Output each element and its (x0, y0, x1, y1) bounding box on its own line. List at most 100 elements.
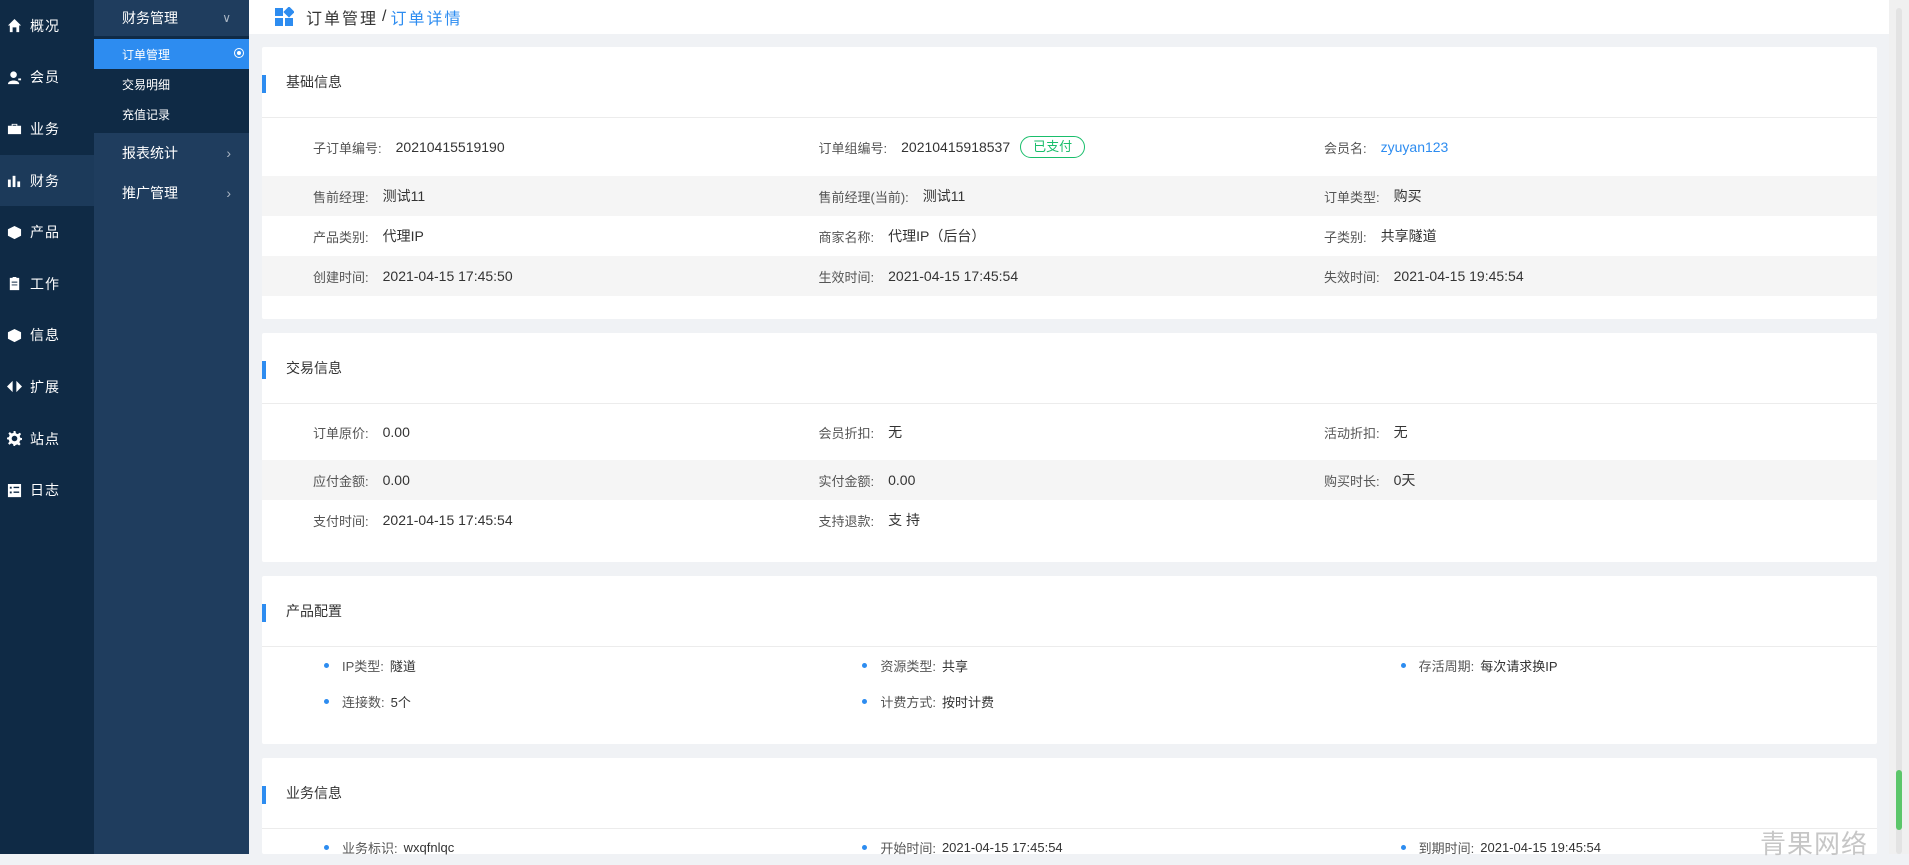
page-header: 订单管理 / 订单详情 (249, 0, 1889, 34)
nav-extend[interactable]: 扩展 (0, 361, 94, 413)
menu-group-reports[interactable]: 报表统计 › (94, 133, 249, 173)
menu-group-label: 推广管理 (122, 185, 178, 201)
card-title: 交易信息 (286, 360, 342, 376)
config-resource-type: 资源类型: 共享 (800, 656, 1338, 675)
scrollbar-thumb[interactable] (1896, 770, 1902, 830)
card-title: 产品配置 (286, 603, 342, 619)
field-original-price: 订单原价: 0.00 (262, 423, 768, 442)
user-icon (0, 70, 28, 85)
nav-label: 信息 (30, 327, 60, 344)
field-effective: 生效时间: 2021-04-15 17:45:54 (768, 267, 1274, 286)
breadcrumb-parent[interactable]: 订单管理 (306, 5, 378, 29)
menu-group-label: 财务管理 (122, 10, 178, 26)
field-product-category: 产品类别: 代理IP (262, 226, 768, 246)
product-config-card: 产品配置 IP类型: 隧道 资源类型: 共享 存活周期: 每次请求换IP 连接数: 5个… (262, 576, 1877, 744)
field-value: 共享 (941, 658, 968, 674)
field-paid: 实付金额: 0.00 (768, 471, 1274, 490)
bullet-icon (324, 844, 329, 850)
submenu-item-recharge[interactable]: 充值记录 (94, 99, 249, 129)
field-member-name: 会员名: zyuyan123 (1273, 138, 1779, 157)
nav-members[interactable]: 会员 (0, 52, 94, 104)
nav-site[interactable]: 站点 (0, 413, 94, 465)
field-label: 产品类别: (313, 229, 369, 245)
nav-log[interactable]: 日志 (0, 464, 94, 516)
submenu-item-orders[interactable]: 订单管理 (94, 39, 249, 69)
field-label: 子订单编号: (313, 140, 382, 156)
info-row: 支付时间: 2021-04-15 17:45:54 支持退款: 支 持 (262, 500, 1877, 540)
info-row: 创建时间: 2021-04-15 17:45:50 生效时间: 2021-04-15… (262, 256, 1877, 296)
field-label: 失效时间: (1324, 269, 1380, 285)
field-order-group-no: 订单组编号: 20210415918537 已支付 (768, 136, 1274, 158)
bullet-icon (862, 698, 868, 704)
field-label: 订单原价: (313, 425, 369, 441)
field-pay-time: 支付时间: 2021-04-15 17:45:54 (262, 511, 768, 530)
business-info-card: 业务信息 业务标识: wxqfnlqc 开始时间: 2021-04-15 17:45… (262, 758, 1877, 856)
field-value: 0.00 (888, 472, 916, 488)
field-label: 支持退款: (818, 513, 875, 529)
field-value: 2021-04-15 19:45:54 (1393, 268, 1524, 284)
nav-finance[interactable]: 财务 (0, 154, 94, 207)
field-value: 共享隧道 (1380, 228, 1437, 244)
config-lifetime: 存活周期: 每次请求换IP (1339, 656, 1877, 675)
field-value: 2021-04-15 19:45:54 (1480, 839, 1601, 855)
field-value: 无 (1393, 424, 1408, 440)
field-label: 活动折扣: (1324, 425, 1380, 441)
breadcrumb-current: 订单详情 (390, 11, 463, 28)
field-value: 2021-04-15 17:45:54 (941, 839, 1063, 855)
field-value: 5个 (390, 694, 411, 710)
field-label: 子类别: (1324, 229, 1367, 245)
field-duration: 购买时长: 0天 (1273, 470, 1779, 490)
menu-group-label: 报表统计 (122, 145, 178, 161)
field-activity-discount: 活动折扣: 无 (1273, 422, 1779, 442)
nav-business[interactable]: 业务 (0, 103, 94, 155)
field-value: 每次请求换IP (1480, 658, 1558, 674)
status-badge: 已支付 (1020, 136, 1086, 158)
menu-group-finance[interactable]: 财务管理 ∨ (94, 0, 249, 36)
field-value: 2021-04-15 17:45:54 (888, 268, 1019, 284)
scrollbar[interactable] (1889, 0, 1909, 854)
field-label: 订单类型: (1324, 189, 1380, 205)
bullet-icon (1400, 662, 1406, 668)
field-expiry: 失效时间: 2021-04-15 19:45:54 (1273, 267, 1779, 286)
field-label: IP类型: (342, 658, 384, 674)
field-label: 会员名: (1324, 140, 1367, 156)
card-header: 交易信息 (262, 333, 1877, 404)
box-icon (0, 328, 28, 343)
basic-info-card: 基础信息 子订单编号: 20210415519190 订单组编号: 20210415… (262, 47, 1877, 319)
info-row: 订单原价: 0.00 会员折扣: 无 活动折扣: 无 (262, 404, 1877, 460)
nav-label: 财务 (30, 172, 60, 189)
title-accent-bar (262, 786, 266, 804)
nav-overview[interactable]: 概况 (0, 0, 94, 52)
briefcase-icon (0, 121, 28, 136)
field-payable: 应付金额: 0.00 (262, 471, 768, 490)
active-dot-icon (234, 48, 244, 58)
bullet-icon (324, 662, 329, 668)
field-label: 售前经理(当前): (818, 189, 909, 205)
nav-label: 站点 (30, 430, 60, 447)
field-value: 支 持 (888, 512, 921, 528)
config-row: IP类型: 隧道 资源类型: 共享 存活周期: 每次请求换IP (262, 647, 1877, 683)
field-label: 商家名称: (818, 229, 875, 245)
nav-label: 概况 (30, 17, 60, 34)
field-label: 支付时间: (313, 513, 369, 529)
field-value: 20210415918537 (901, 139, 1011, 155)
bullet-icon (862, 662, 868, 668)
config-connections: 连接数: 5个 (262, 692, 800, 711)
chevron-right-icon: › (226, 145, 231, 161)
field-value: 隧道 (389, 658, 416, 674)
watermark: 青果网络 (1760, 830, 1869, 860)
bar-chart-icon (0, 173, 28, 188)
field-member-discount: 会员折扣: 无 (768, 422, 1274, 442)
card-title: 基础信息 (286, 74, 342, 90)
bullet-icon (1400, 844, 1406, 850)
card-header: 基础信息 (262, 47, 1877, 118)
submenu-item-transactions[interactable]: 交易明细 (94, 69, 249, 99)
menu-group-promotion[interactable]: 推广管理 › (94, 173, 249, 213)
nav-products[interactable]: 产品 (0, 206, 94, 258)
field-value: 无 (888, 424, 903, 440)
nav-info[interactable]: 信息 (0, 310, 94, 362)
member-link[interactable]: zyuyan123 (1381, 139, 1449, 155)
nav-work[interactable]: 工作 (0, 258, 94, 310)
trade-info-card: 交易信息 订单原价: 0.00 会员折扣: 无 活动折扣: 无 应付金额: 0.00 实… (262, 333, 1877, 562)
scrollbar-track (1896, 8, 1902, 854)
